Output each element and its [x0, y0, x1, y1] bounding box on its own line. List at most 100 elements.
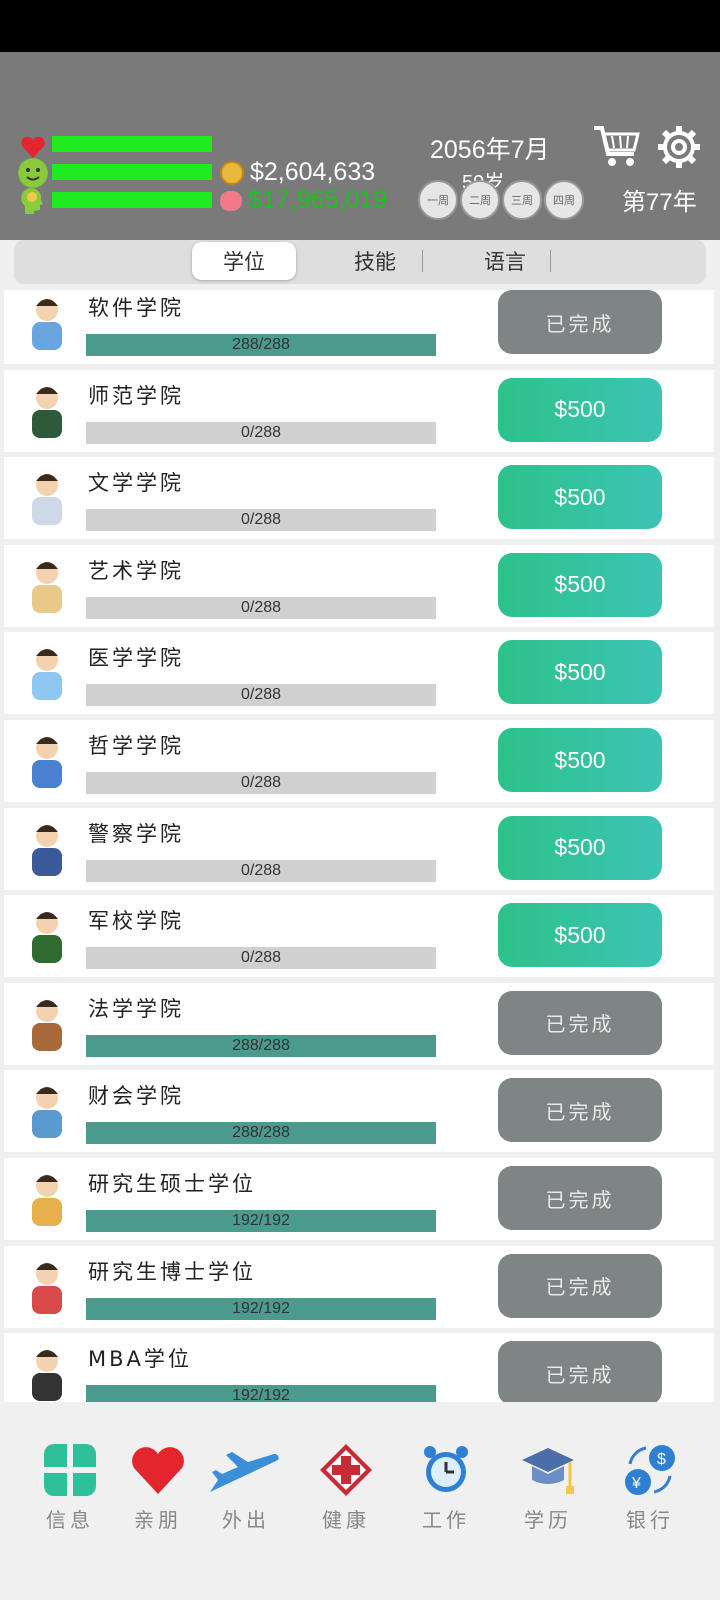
nav-work[interactable]: 工作 — [406, 1442, 486, 1533]
degree-title: 艺术学院 — [88, 558, 184, 583]
completed-button[interactable]: 已完成 — [498, 1078, 662, 1143]
progress-text: 192/192 — [232, 1212, 290, 1229]
nav-friends[interactable]: 亲朋 — [118, 1442, 198, 1533]
soldier-icon — [12, 905, 82, 967]
nav-outing[interactable]: 外出 — [206, 1442, 286, 1533]
painter-icon — [12, 555, 82, 617]
mba-businessman-icon — [12, 1343, 82, 1402]
currency-exchange-icon: $ ¥ — [622, 1442, 678, 1498]
week-1-button[interactable]: 一周 — [418, 180, 458, 220]
degree-title: 医学学院 — [88, 646, 184, 671]
degree-progress-bar: 192/192 — [86, 1385, 436, 1402]
degree-title: 警察学院 — [88, 821, 184, 846]
nav-health[interactable]: 健康 — [306, 1442, 386, 1533]
progress-text: 288/288 — [232, 1036, 290, 1054]
completed-button[interactable]: 已完成 — [498, 290, 662, 354]
nav-education[interactable]: 学历 — [508, 1442, 588, 1533]
degree-row: MBA学位 192/192 已完成 — [4, 1333, 714, 1402]
progress-text: 0/288 — [240, 598, 282, 616]
progress-text: 288/288 — [232, 1124, 290, 1142]
enroll-button[interactable]: $500 — [498, 465, 662, 530]
degree-row: 警察学院 0/288 $500 — [4, 807, 714, 890]
degree-title: MBA学位 — [88, 1347, 192, 1372]
status-bar — [0, 0, 720, 52]
tab-degree[interactable]: 学位 — [192, 242, 296, 280]
progress-text: 0/288 — [240, 861, 282, 879]
nav-label: 工作 — [422, 1508, 470, 1532]
degree-progress-bar: 288/288 — [86, 1122, 436, 1145]
gear-settings-icon[interactable] — [656, 124, 702, 174]
degree-row: 法学学院 288/288 已完成 — [4, 982, 714, 1065]
teacher-icon — [12, 380, 82, 442]
medical-cross-icon — [318, 1442, 374, 1498]
heart-icon — [130, 1442, 186, 1498]
enroll-button[interactable]: $500 — [498, 640, 662, 705]
savings-amount: $17,965,019 — [248, 186, 388, 214]
doctor-icon — [12, 642, 82, 704]
category-tabs: 学位 技能 语言 — [14, 240, 706, 284]
alarm-clock-icon — [418, 1442, 474, 1498]
week-3-button[interactable]: 三周 — [502, 180, 542, 220]
completed-button[interactable]: 已完成 — [498, 1341, 662, 1402]
coin-icon — [220, 160, 244, 185]
nav-label: 外出 — [222, 1508, 270, 1532]
week-2-button[interactable]: 二周 — [460, 180, 500, 220]
enroll-button[interactable]: $500 — [498, 377, 662, 442]
degree-title: 文学学院 — [88, 471, 184, 496]
lawyer-icon — [12, 993, 82, 1055]
enroll-button[interactable]: $500 — [498, 903, 662, 968]
intellect-bar — [52, 192, 212, 208]
progress-text: 0/288 — [240, 686, 282, 704]
poet-icon — [12, 467, 82, 529]
degree-progress-bar: 288/288 — [86, 334, 436, 356]
mood-row — [18, 158, 48, 188]
degree-progress-bar: 0/288 — [86, 947, 436, 970]
progress-text: 0/288 — [240, 949, 282, 967]
degree-progress-bar: 0/288 — [86, 684, 436, 707]
tab-divider — [422, 250, 423, 272]
head-brain-icon — [18, 186, 48, 216]
degree-row: 艺术学院 0/288 $500 — [4, 544, 714, 627]
svg-text:¥: ¥ — [631, 1475, 641, 1492]
savings-display: $17,965,019 — [220, 186, 387, 215]
degree-title: 法学学院 — [88, 996, 184, 1021]
enroll-button[interactable]: $500 — [498, 728, 662, 792]
mood-bar — [52, 164, 212, 180]
degree-title: 军校学院 — [88, 909, 184, 934]
enroll-button[interactable]: $500 — [498, 552, 662, 617]
degree-title: 软件学院 — [88, 296, 184, 320]
degree-progress-bar: 0/288 — [86, 859, 436, 882]
header-panel: $2,604,633 $17,965,019 2056年7月 59岁 一周 二周… — [0, 52, 720, 240]
graduation-cap-icon — [520, 1442, 576, 1498]
degree-row: 研究生硕士学位 192/192 已完成 — [4, 1158, 714, 1240]
degree-progress-bar: 0/288 — [86, 596, 436, 619]
tab-skills[interactable]: 技能 — [330, 242, 420, 280]
degree-row: 哲学学院 0/288 $500 — [4, 720, 714, 802]
masters-grad-icon — [12, 1168, 82, 1230]
degree-progress-bar: 288/288 — [86, 1034, 436, 1057]
completed-button[interactable]: 已完成 — [498, 1166, 662, 1230]
degree-row: 财会学院 288/288 已完成 — [4, 1070, 714, 1153]
completed-button[interactable]: 已完成 — [498, 990, 662, 1055]
svg-text:$: $ — [657, 1451, 666, 1468]
cash-display: $2,604,633 — [220, 158, 375, 187]
nav-bank[interactable]: $ ¥ 银行 — [610, 1442, 690, 1533]
completed-button[interactable]: 已完成 — [498, 1253, 662, 1318]
shopping-cart-icon[interactable] — [592, 124, 640, 172]
week-4-button[interactable]: 四周 — [544, 180, 584, 220]
degree-row: 软件学院 288/288 已完成 — [4, 290, 714, 364]
intellect-row — [18, 186, 48, 216]
nav-label: 学历 — [524, 1508, 572, 1532]
bottom-nav: 信息 亲朋 外出 健康 工作 学历 $ ¥ 银行 — [0, 1402, 720, 1600]
airplane-icon — [208, 1442, 284, 1498]
piggy-bank-icon — [220, 190, 242, 211]
degree-title: 研究生博士学位 — [88, 1259, 256, 1284]
degree-progress-bar: 0/288 — [86, 509, 436, 532]
nav-info[interactable]: 信息 — [30, 1442, 110, 1533]
progress-text: 0/288 — [240, 774, 282, 791]
degree-progress-bar: 0/288 — [86, 421, 436, 444]
enroll-button[interactable]: $500 — [498, 815, 662, 880]
info-grid-icon — [42, 1442, 98, 1498]
progress-text: 192/192 — [232, 1387, 290, 1402]
tab-language[interactable]: 语言 — [460, 242, 550, 280]
